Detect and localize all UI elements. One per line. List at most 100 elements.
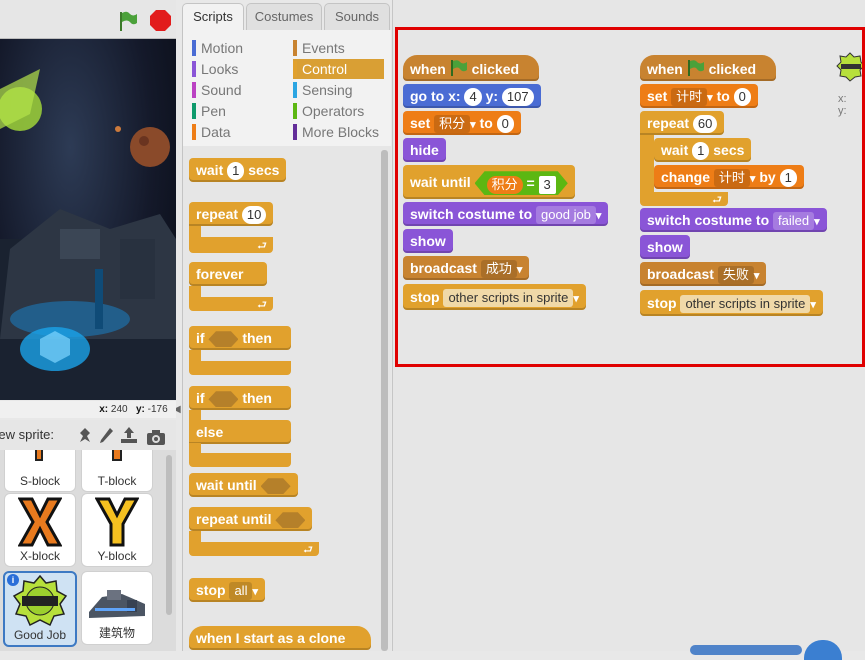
category-motion[interactable]: Motion xyxy=(192,38,281,58)
block-categories: Motion Events Looks Control Sound Sensin… xyxy=(182,30,391,146)
repeat-until-header: repeat until xyxy=(189,507,313,531)
s-block-sprite-icon xyxy=(35,450,43,461)
new-sprite-label: New sprite: xyxy=(0,427,55,442)
category-label: Operators xyxy=(302,103,365,119)
sprite-tile-s-block[interactable]: S-block xyxy=(4,450,76,492)
category-label: Sensing xyxy=(302,82,353,98)
block-text: when I start as a clone xyxy=(196,630,346,646)
coords-y-label: y: xyxy=(135,404,145,415)
forever-header: forever xyxy=(189,262,267,286)
palette-wait-until-block[interactable]: wait until xyxy=(189,473,298,497)
stage-canvas[interactable] xyxy=(0,39,176,400)
condition-slot[interactable] xyxy=(208,391,238,407)
category-label: Sound xyxy=(201,82,242,98)
if-foot xyxy=(189,361,291,375)
block-text: repeat until xyxy=(196,511,272,527)
block-text: wait until xyxy=(196,477,257,493)
sprite-list-scrollbar[interactable] xyxy=(166,455,172,615)
block-palette: wait 1 secs repeat 10 ⮐ forever ⮐ if the… xyxy=(182,146,391,651)
sprite-list: S-block T-block X-block Y-block i Good J… xyxy=(0,450,176,651)
palette-stop-block[interactable]: stop all ▾ xyxy=(189,578,265,602)
category-pen[interactable]: Pen xyxy=(192,101,281,121)
palette-repeat-block[interactable]: repeat 10 ⮐ xyxy=(189,202,274,254)
y-block-sprite-icon xyxy=(95,497,139,547)
category-more-blocks[interactable]: More Blocks xyxy=(293,122,392,142)
block-text: repeat xyxy=(196,206,239,222)
category-data[interactable]: Data xyxy=(192,122,281,142)
palette-wait-secs-block[interactable]: wait 1 secs xyxy=(189,158,287,182)
category-operators[interactable]: Operators xyxy=(293,101,382,121)
sprite-name: X-block xyxy=(19,549,60,563)
sprite-tile-t-block[interactable]: T-block xyxy=(81,450,153,492)
repeat-until-foot: ⮐ xyxy=(189,542,319,556)
dropdown-arrow-icon: ▾ xyxy=(252,586,258,598)
sprite-name: S-block xyxy=(19,474,60,488)
sprite-tile-building[interactable]: 建筑物 xyxy=(81,571,153,645)
sprite-name: 建筑物 xyxy=(98,626,135,640)
good-job-badge-icon xyxy=(12,575,68,627)
stop-option-dropdown[interactable]: all xyxy=(229,582,253,601)
palette-forever-block[interactable]: forever ⮐ xyxy=(189,262,274,312)
palette-when-clone-block[interactable]: when I start as a clone xyxy=(189,626,371,650)
palette-scrollbar[interactable] xyxy=(381,150,388,651)
backpack-bar[interactable] xyxy=(690,645,802,655)
category-label: Events xyxy=(302,40,345,56)
condition-slot[interactable] xyxy=(275,512,305,528)
tab-sounds[interactable]: Sounds xyxy=(324,3,390,31)
sprite-tile-y-block[interactable]: Y-block xyxy=(81,493,153,567)
category-label: Data xyxy=(201,124,231,140)
category-events[interactable]: Events xyxy=(293,38,382,58)
block-text: then xyxy=(242,390,272,406)
palette-if-else-block[interactable]: if then else xyxy=(189,386,293,486)
else-label-bar: else xyxy=(189,420,291,444)
x-block-sprite-icon xyxy=(18,497,62,547)
category-label: More Blocks xyxy=(302,124,380,140)
block-text: wait xyxy=(196,162,224,178)
sprite-name: T-block xyxy=(97,474,137,488)
if-header: if then xyxy=(189,326,291,350)
new-sprite-bar: New sprite: xyxy=(0,420,176,450)
category-sensing[interactable]: Sensing xyxy=(293,80,382,100)
repeat-header: repeat 10 xyxy=(189,202,274,226)
category-sound[interactable]: Sound xyxy=(192,80,281,100)
block-text: stop xyxy=(196,582,226,598)
t-block-sprite-icon xyxy=(112,450,122,461)
category-control[interactable]: Control xyxy=(293,59,384,79)
forever-foot: ⮐ xyxy=(189,297,273,311)
coords-y-value: -176 xyxy=(147,404,168,415)
tab-costumes[interactable]: Costumes xyxy=(246,3,322,31)
loop-arrow-icon: ⮐ xyxy=(303,544,313,556)
loop-arrow-icon: ⮐ xyxy=(257,299,267,311)
block-text: if xyxy=(196,390,205,406)
category-label: Motion xyxy=(201,40,244,56)
stage-scene-image xyxy=(0,69,176,400)
block-text: else xyxy=(196,424,224,440)
stop-sign-icon[interactable] xyxy=(150,10,171,34)
block-text: if xyxy=(196,330,205,346)
category-label: Control xyxy=(302,61,348,77)
sprite-tile-good-job[interactable]: i Good Job xyxy=(3,571,77,647)
tab-scripts[interactable]: Scripts xyxy=(182,3,244,31)
green-flag-icon[interactable] xyxy=(118,10,138,35)
category-looks[interactable]: Looks xyxy=(192,59,281,79)
coords-x-label: x: xyxy=(99,404,109,415)
category-label: Looks xyxy=(201,61,239,77)
category-label: Pen xyxy=(201,103,226,119)
palette-if-then-block[interactable]: if then xyxy=(189,326,293,378)
block-text: forever xyxy=(196,266,244,282)
repeat-count-input[interactable]: 10 xyxy=(241,206,267,225)
palette-repeat-until-block[interactable]: repeat until ⮐ xyxy=(189,507,324,557)
sprite-name: Y-block xyxy=(97,549,137,563)
block-text: secs xyxy=(248,162,280,178)
block-text: then xyxy=(242,330,272,346)
loop-arrow-icon: ⮐ xyxy=(257,240,267,252)
condition-slot[interactable] xyxy=(261,478,291,494)
wait-seconds-input[interactable]: 1 xyxy=(227,162,245,181)
highlight-box xyxy=(395,27,865,367)
sprite-tile-x-block[interactable]: X-block xyxy=(4,493,76,567)
if-else-foot xyxy=(189,453,291,467)
condition-slot[interactable] xyxy=(208,331,238,347)
stage-header xyxy=(0,0,176,39)
coords-x-value: 240 xyxy=(110,404,128,415)
sprite-name: Good Job xyxy=(13,628,67,642)
